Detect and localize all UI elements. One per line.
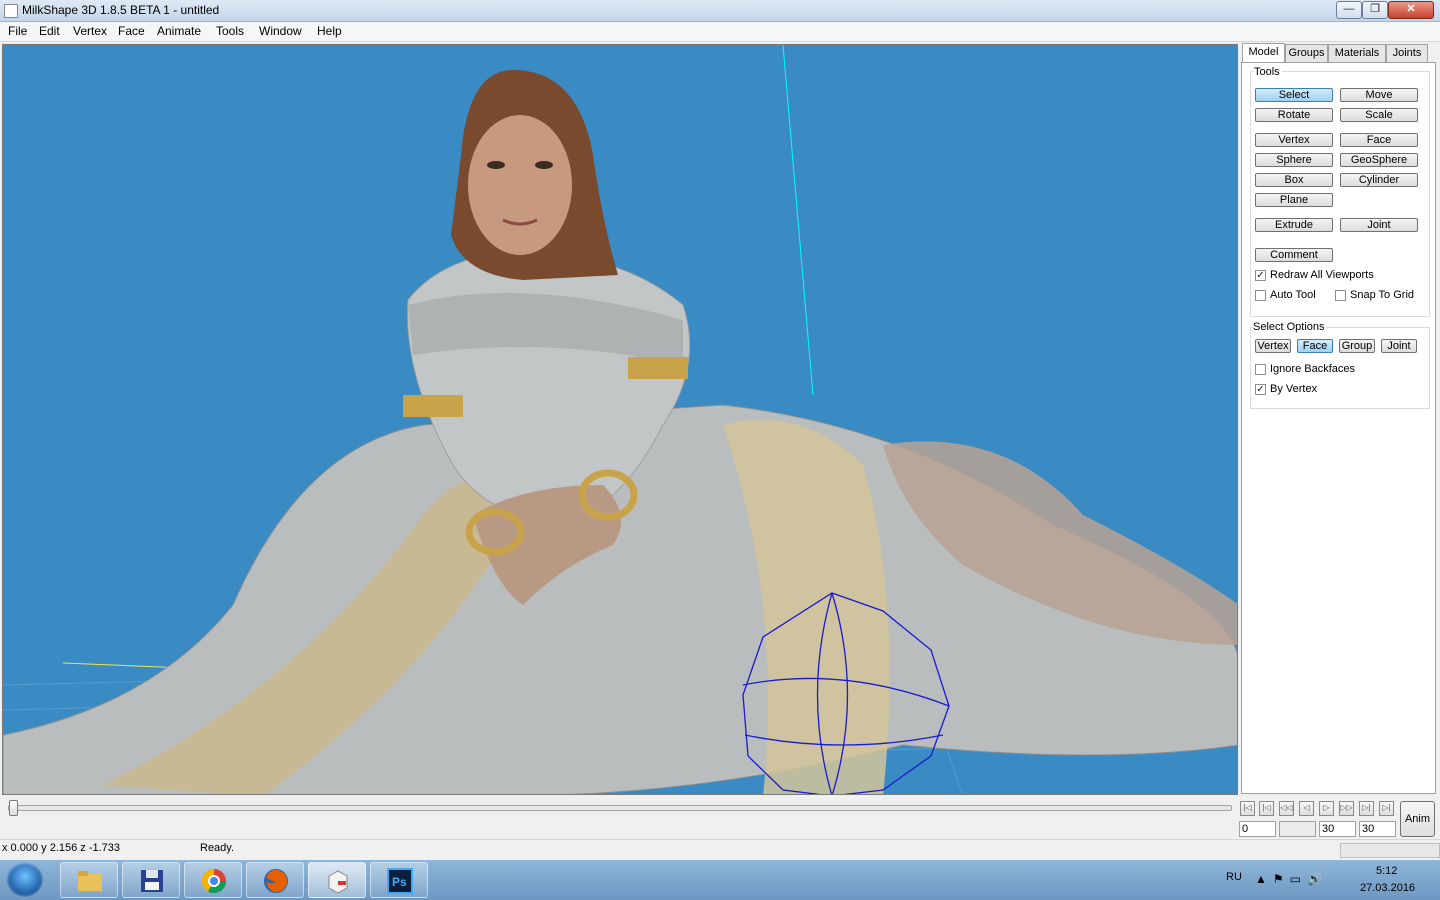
milkshape-icon — [328, 870, 348, 894]
app-icon[interactable] — [4, 4, 18, 18]
status-bar: x 0.000 y 2.156 z -1.733 Ready. — [0, 839, 1440, 860]
move-button[interactable]: Move — [1340, 88, 1418, 102]
y-axis-line — [782, 45, 814, 396]
select-vertex-button[interactable]: Vertex — [1255, 339, 1291, 353]
animation-timeline: |◁ |◁ ◁◁ ◁ ▷ ▷▷ ▷| ▷| 0 30 30 Anim — [0, 797, 1440, 839]
minimize-button[interactable]: — — [1336, 1, 1362, 19]
select-joint-button[interactable]: Joint — [1381, 339, 1417, 353]
rotate-button[interactable]: Rotate — [1255, 108, 1333, 122]
folder-icon — [78, 871, 102, 891]
tools-group-label: Tools — [1254, 66, 1282, 78]
taskbar-chrome[interactable] — [184, 862, 242, 898]
menu-bar: File Edit Vertex Face Animate Tools Wind… — [0, 22, 1440, 42]
prev-frame-button[interactable]: ◁ — [1299, 801, 1314, 816]
ignore-backfaces-label: Ignore Backfaces — [1270, 363, 1355, 375]
geosphere-button[interactable]: GeoSphere — [1340, 153, 1418, 167]
auto-tool-checkbox[interactable] — [1255, 290, 1266, 301]
menu-animate[interactable]: Animate — [155, 24, 203, 38]
taskbar-milkshape[interactable] — [308, 862, 366, 898]
status-progress-area — [1340, 843, 1440, 858]
3d-viewport[interactable] — [2, 44, 1238, 795]
by-vertex-label: By Vertex — [1270, 383, 1318, 395]
snap-to-grid-label: Snap To Grid — [1350, 289, 1415, 301]
start-button[interactable] — [6, 862, 44, 898]
photoshop-icon: Ps — [387, 868, 413, 894]
sphere-button[interactable]: Sphere — [1255, 153, 1333, 167]
tab-groups[interactable]: Groups — [1285, 44, 1328, 62]
tab-materials[interactable]: Materials — [1328, 44, 1386, 62]
select-options-label: Select Options — [1253, 321, 1327, 333]
select-face-button[interactable]: Face — [1297, 339, 1333, 353]
window-title: MilkShape 3D 1.8.5 BETA 1 - untitled — [22, 3, 220, 17]
select-group-button[interactable]: Group — [1339, 339, 1375, 353]
taskbar-save-app[interactable] — [122, 862, 180, 898]
menu-file[interactable]: File — [6, 24, 29, 38]
auto-tool-label: Auto Tool — [1270, 289, 1316, 301]
first-frame-button[interactable]: |◁ — [1240, 801, 1255, 816]
language-indicator[interactable]: RU — [1226, 871, 1242, 883]
coordinates-readout: x 0.000 y 2.156 z -1.733 — [2, 842, 121, 854]
end-frame-field[interactable]: 30 — [1319, 821, 1356, 837]
face-tool-button[interactable]: Face — [1340, 133, 1418, 147]
ignore-backfaces-checkbox[interactable] — [1255, 364, 1266, 375]
menu-vertex[interactable]: Vertex — [71, 24, 109, 38]
menu-window[interactable]: Window — [257, 24, 304, 38]
menu-help[interactable]: Help — [315, 24, 344, 38]
system-tray-icons[interactable]: ▲⚑▭🔊 — [1255, 872, 1328, 886]
taskbar-photoshop[interactable]: Ps — [370, 862, 428, 898]
maximize-button[interactable]: ❐ — [1362, 1, 1388, 19]
tab-model[interactable]: Model — [1242, 43, 1285, 63]
viewport-scene — [3, 45, 1237, 794]
prev-keyframe-button[interactable]: ◁◁ — [1279, 801, 1294, 816]
close-button[interactable]: ✕ — [1388, 1, 1434, 19]
plane-button[interactable]: Plane — [1255, 193, 1333, 207]
comment-button[interactable]: Comment — [1255, 248, 1333, 262]
model-tab-page: Tools Select Move Rotate Scale Vertex Fa… — [1241, 62, 1436, 794]
cylinder-button[interactable]: Cylinder — [1340, 173, 1418, 187]
model-face — [468, 115, 572, 255]
frame-field-2[interactable] — [1279, 821, 1316, 837]
model-eye-left — [487, 161, 505, 169]
current-frame-field[interactable]: 0 — [1239, 821, 1276, 837]
title-bar: MilkShape 3D 1.8.5 BETA 1 - untitled — ❐… — [0, 0, 1440, 22]
tool-panel: Model Groups Materials Joints Tools Sele… — [1240, 43, 1440, 795]
redraw-all-viewports-label: Redraw All Viewports — [1270, 269, 1374, 281]
next-frame-button[interactable]: ▷ — [1319, 801, 1334, 816]
scale-button[interactable]: Scale — [1340, 108, 1418, 122]
firefox-icon — [264, 869, 288, 893]
select-button[interactable]: Select — [1255, 88, 1333, 102]
joint-tool-button[interactable]: Joint — [1340, 218, 1418, 232]
taskbar-explorer[interactable] — [60, 862, 118, 898]
windows-taskbar: Ps RU ▲⚑▭🔊 5:12 27.03.2016 — [0, 860, 1440, 900]
next-keyframe-button[interactable]: ▷▷ — [1339, 801, 1354, 816]
frame-slider-thumb[interactable] — [9, 800, 18, 816]
total-frames-field[interactable]: 30 — [1359, 821, 1396, 837]
svg-text:Ps: Ps — [392, 875, 407, 889]
menu-tools[interactable]: Tools — [214, 24, 246, 38]
redraw-all-viewports-checkbox[interactable]: ✓ — [1255, 270, 1266, 281]
menu-edit[interactable]: Edit — [37, 24, 62, 38]
frame-slider-track[interactable] — [8, 805, 1232, 811]
chrome-icon — [202, 869, 226, 894]
taskbar-firefox[interactable] — [246, 862, 304, 898]
last-frame-button[interactable]: ▷| — [1379, 801, 1394, 816]
snap-to-grid-checkbox[interactable] — [1335, 290, 1346, 301]
model-eye-right — [535, 161, 553, 169]
model-armband-left — [403, 395, 463, 417]
last-keyframe-button[interactable]: ▷| — [1359, 801, 1374, 816]
vertex-tool-button[interactable]: Vertex — [1255, 133, 1333, 147]
first-keyframe-button[interactable]: |◁ — [1259, 801, 1274, 816]
tab-joints[interactable]: Joints — [1386, 44, 1428, 62]
clock-time[interactable]: 5:12 — [1376, 865, 1397, 877]
by-vertex-checkbox[interactable]: ✓ — [1255, 384, 1266, 395]
anim-button[interactable]: Anim — [1400, 801, 1435, 837]
box-button[interactable]: Box — [1255, 173, 1333, 187]
clock-date[interactable]: 27.03.2016 — [1360, 882, 1415, 894]
model-armband-right — [628, 357, 688, 379]
menu-face[interactable]: Face — [116, 24, 147, 38]
status-message: Ready. — [200, 842, 235, 854]
floppy-icon — [141, 870, 163, 892]
extrude-button[interactable]: Extrude — [1255, 218, 1333, 232]
